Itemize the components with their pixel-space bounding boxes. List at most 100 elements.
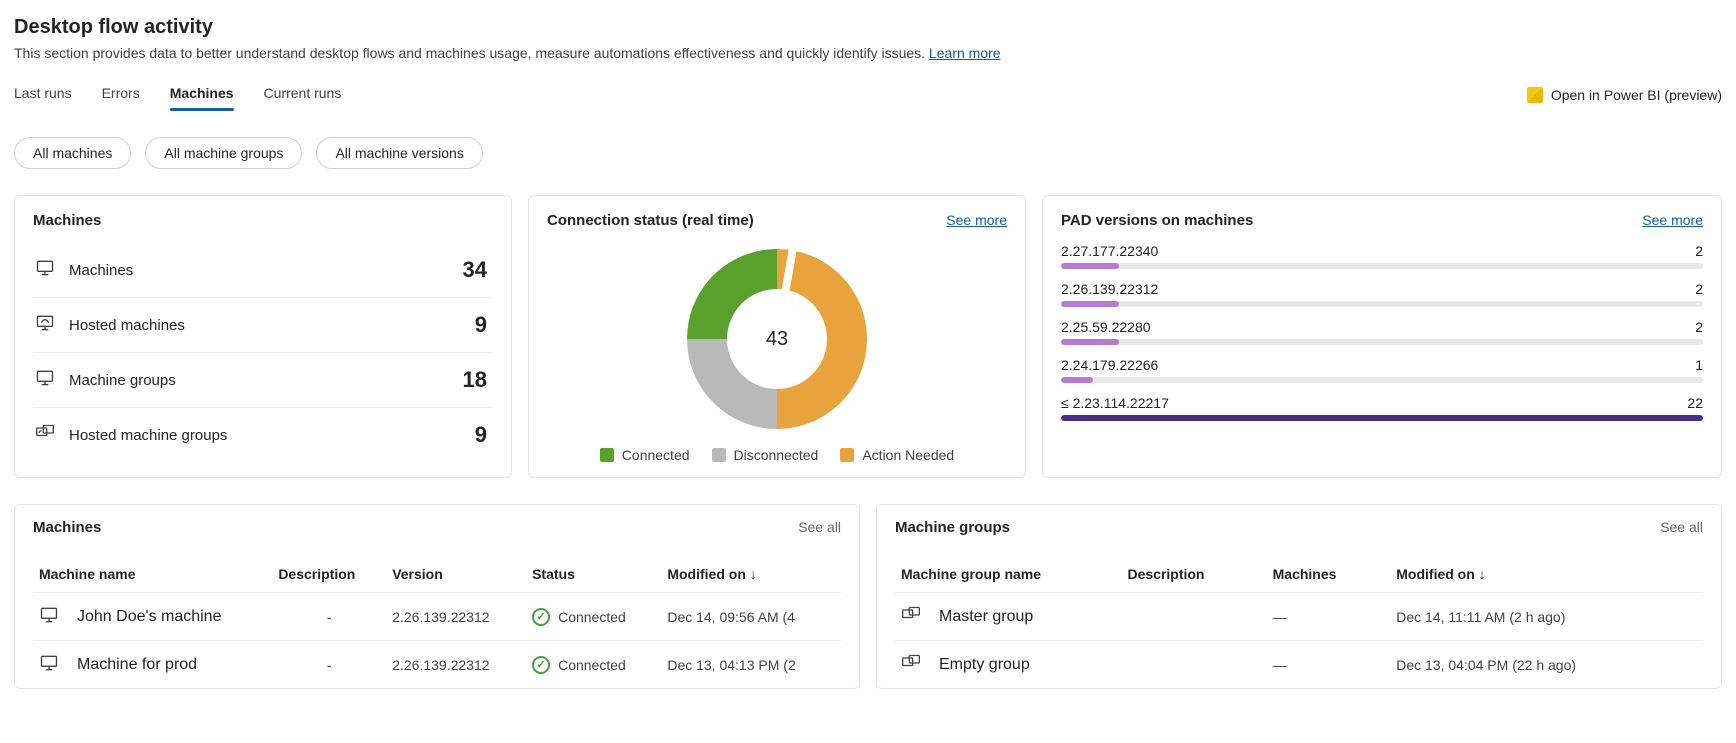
groups-table-title: Machine groups [895, 519, 1010, 536]
status-cell: ✓Connected [526, 641, 661, 689]
pad-bar-fill [1061, 377, 1093, 383]
legend-disconnected: Disconnected [712, 447, 819, 463]
version-cell: 2.26.139.22312 [386, 641, 526, 689]
machines-col-header[interactable]: Modified on ↓ [661, 556, 841, 593]
pad-bar-fill [1061, 415, 1703, 421]
stat-row-machines[interactable]: Machines34 [33, 243, 493, 298]
machines-see-all-link[interactable]: See all [798, 519, 841, 536]
stat-label: Machines [69, 262, 133, 279]
stat-row-hosted-machines[interactable]: Hosted machines9 [33, 298, 493, 353]
modified-cell: Dec 13, 04:04 PM (22 h ago) [1390, 641, 1703, 689]
groups-see-all-link[interactable]: See all [1660, 519, 1703, 536]
legend-swatch [840, 448, 854, 462]
pad-version-count: 2 [1695, 319, 1703, 335]
table-row[interactable]: Empty group — Dec 13, 04:04 PM (22 h ago… [895, 641, 1703, 689]
tab-bar: Last runs Errors Machines Current runs Open… [14, 79, 1722, 111]
filter-bar: All machines All machine groups All machin… [14, 137, 1722, 169]
tab-current-runs[interactable]: Current runs [264, 79, 342, 111]
donut-center-value: 43 [687, 249, 867, 429]
pad-bar-fill [1061, 339, 1119, 345]
pad-version-row[interactable]: 2.26.139.22312 2 [1061, 281, 1703, 307]
machines-col-header[interactable]: Version [386, 556, 526, 593]
pad-card-title: PAD versions on machines [1061, 212, 1253, 229]
machine-name-cell: Machine for prod [67, 641, 272, 689]
pad-bar-fill [1061, 263, 1119, 269]
tab-machines[interactable]: Machines [170, 79, 234, 111]
open-in-powerbi-button[interactable]: Open in Power BI (preview) [1527, 87, 1722, 103]
filter-all-machine-versions[interactable]: All machine versions [316, 137, 482, 169]
monitor-icon [39, 653, 59, 673]
pad-version-label: 2.24.179.22266 [1061, 357, 1158, 373]
table-row[interactable]: Master group — Dec 14, 11:11 AM (2 h ago… [895, 593, 1703, 641]
pad-version-row[interactable]: 2.25.59.22280 2 [1061, 319, 1703, 345]
machine-groups-table-card: Machine groups See all Machine group nam… [876, 504, 1722, 689]
machine-groups-table: Machine group nameDescriptionMachinesMod… [895, 556, 1703, 688]
machines-table-card: Machines See all Machine nameDescription… [14, 504, 860, 689]
pad-bar-bg [1061, 377, 1703, 383]
open-powerbi-label: Open in Power BI (preview) [1551, 87, 1722, 103]
pad-version-row[interactable]: 2.27.177.22340 2 [1061, 243, 1703, 269]
groups-col-header[interactable]: Modified on ↓ [1390, 556, 1703, 593]
groups-col-header[interactable]: Description [1121, 556, 1266, 593]
tab-errors[interactable]: Errors [102, 79, 140, 111]
legend-swatch [600, 448, 614, 462]
legend-action-needed: Action Needed [840, 447, 954, 463]
groups-col-header[interactable]: Machine group name [895, 556, 1121, 593]
machines-count-cell: — [1267, 641, 1391, 689]
stat-row-hosted-machine-groups[interactable]: Hosted machine groups9 [33, 408, 493, 462]
pad-version-count: 22 [1687, 395, 1703, 411]
machines-table-title: Machines [33, 519, 101, 536]
connection-status-card: Connection status (real time) See more 4… [528, 195, 1026, 478]
pad-version-row[interactable]: ≤ 2.23.114.22217 22 [1061, 395, 1703, 421]
legend-label: Connected [622, 447, 690, 463]
machines-col-header[interactable]: Machine name [33, 556, 272, 593]
filter-all-machine-groups[interactable]: All machine groups [145, 137, 302, 169]
connection-card-title: Connection status (real time) [547, 212, 754, 229]
page-subtitle: This section provides data to better und… [14, 45, 1722, 61]
subtitle-text: This section provides data to better und… [14, 45, 929, 61]
group-icon [901, 653, 921, 673]
groups-col-header[interactable]: Machines [1267, 556, 1391, 593]
donut-legend: Connected Disconnected Action Needed [600, 447, 954, 463]
desc-cell [1121, 641, 1266, 689]
pad-version-label: 2.26.139.22312 [1061, 281, 1158, 297]
connection-see-more-link[interactable]: See more [946, 212, 1007, 229]
page-title: Desktop flow activity [14, 16, 1722, 39]
pad-bar-bg [1061, 415, 1703, 421]
machines-col-header[interactable]: Status [526, 556, 661, 593]
pad-version-label: ≤ 2.23.114.22217 [1061, 395, 1169, 411]
monitor-icon [35, 368, 55, 392]
table-row[interactable]: Machine for prod - 2.26.139.22312 ✓Conne… [33, 641, 841, 689]
stat-label: Hosted machines [69, 317, 185, 334]
pad-version-label: 2.27.177.22340 [1061, 243, 1158, 259]
monitor-icon [35, 258, 55, 282]
pad-version-row[interactable]: 2.24.179.222661 [1061, 357, 1703, 383]
hosted-group-icon [35, 423, 55, 447]
tab-last-runs[interactable]: Last runs [14, 79, 72, 111]
learn-more-link[interactable]: Learn more [929, 45, 1001, 61]
pad-bar-bg [1061, 301, 1703, 307]
legend-label: Action Needed [862, 447, 954, 463]
group-name-cell: Empty group [929, 641, 1121, 689]
pad-bar-bg [1061, 263, 1703, 269]
desc-cell: - [272, 593, 386, 641]
table-row[interactable]: John Doe's machine - 2.26.139.22312 ✓Con… [33, 593, 841, 641]
stat-label: Machine groups [69, 372, 176, 389]
pad-bar-bg [1061, 339, 1703, 345]
machines-col-header[interactable]: Description [272, 556, 386, 593]
connection-donut-chart: 43 [687, 249, 867, 429]
machines-count-card: Machines Machines34Hosted machines9Machi… [14, 195, 512, 478]
pad-version-label: 2.25.59.22280 [1061, 319, 1151, 335]
legend-label: Disconnected [734, 447, 819, 463]
filter-all-machines[interactable]: All machines [14, 137, 131, 169]
legend-swatch [712, 448, 726, 462]
machine-name-cell: John Doe's machine [67, 593, 272, 641]
pad-version-count: 2 [1695, 243, 1703, 259]
desc-cell: - [272, 641, 386, 689]
pad-version-count: 2 [1695, 281, 1703, 297]
stat-value: 9 [475, 422, 487, 448]
check-icon: ✓ [532, 608, 550, 626]
check-icon: ✓ [532, 656, 550, 674]
pad-see-more-link[interactable]: See more [1642, 212, 1703, 229]
stat-row-machine-groups[interactable]: Machine groups18 [33, 353, 493, 408]
